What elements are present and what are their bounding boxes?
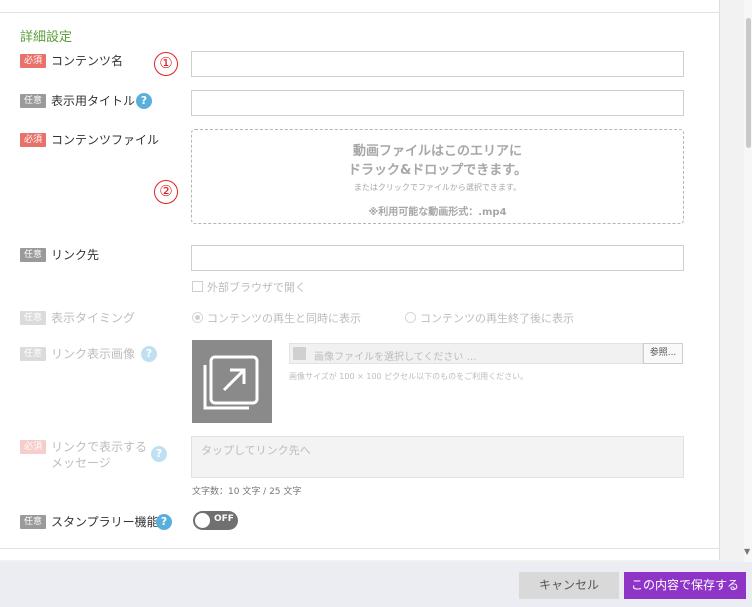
dropzone-formats: ※利用可能な動画形式：.mp4 (368, 207, 507, 218)
timing-option-label: コンテンツの再生と同時に表示 (207, 312, 361, 325)
user-file-icon (293, 347, 306, 360)
link-image-preview (192, 340, 272, 423)
timing-radio-after-end[interactable] (405, 312, 416, 323)
required-badge: 必須 (20, 440, 46, 454)
image-file-input[interactable]: 画像ファイルを選択してください … (289, 343, 643, 364)
optional-badge: 任意 (20, 515, 46, 529)
link-message-label-2: メッセージ (51, 456, 111, 470)
save-button[interactable]: この内容で保存する (624, 572, 746, 599)
optional-badge: 任意 (20, 94, 46, 108)
help-icon[interactable]: ? (141, 346, 157, 362)
dropzone-text: ドラック&ドロップできます。 (347, 163, 528, 178)
link-message-label: リンクで表示する (51, 440, 148, 454)
content-file-label: コンテンツファイル (51, 133, 160, 147)
dropzone-subtext: またはクリックでファイルから選択できます。 (353, 183, 522, 192)
timing-option-label: コンテンツの再生終了後に表示 (420, 312, 574, 325)
scroll-down-icon[interactable]: ▼ (744, 547, 750, 556)
toggle-state: OFF (214, 514, 234, 524)
browse-button[interactable]: 参照... (643, 343, 683, 364)
toggle-knob (195, 513, 210, 528)
dropzone-text: 動画ファイルはこのエリアに (352, 144, 522, 159)
external-link-icon (203, 355, 259, 410)
content-name-label: コンテンツ名 (51, 54, 124, 68)
optional-badge: 任意 (20, 311, 46, 325)
display-title-label: 表示用タイトル (51, 94, 136, 108)
optional-badge: 任意 (20, 248, 46, 262)
help-icon[interactable]: ? (136, 93, 152, 109)
stamp-rally-toggle[interactable]: OFF (193, 511, 238, 530)
external-browser-label: 外部ブラウザで開く (207, 281, 306, 294)
char-count: 文字数：10 文字 / 25 文字 (192, 487, 302, 497)
link-label: リンク先 (51, 248, 100, 262)
cancel-button[interactable]: キャンセル (519, 572, 619, 599)
required-badge: 必須 (20, 133, 46, 147)
optional-badge: 任意 (20, 347, 46, 361)
link-input[interactable] (191, 245, 684, 271)
settings-panel: 詳細設定 必須 コンテンツ名 ① 任意 表示用タイトル ? 必須 コンテンツファ… (0, 0, 720, 560)
content-name-input[interactable] (191, 51, 684, 77)
timing-radio-simultaneous[interactable] (192, 312, 203, 323)
required-badge: 必須 (20, 54, 46, 68)
display-timing-label: 表示タイミング (51, 311, 136, 325)
annotation-1: ① (154, 52, 178, 76)
link-image-label: リンク表示画像 (51, 347, 136, 361)
stamp-rally-label: スタンプラリー機能 (51, 515, 159, 529)
help-icon[interactable]: ? (151, 446, 167, 462)
textarea-placeholder: タップしてリンク先へ (201, 444, 311, 457)
section-title: 詳細設定 (20, 30, 73, 45)
link-message-textarea[interactable]: タップしてリンク先へ (191, 436, 684, 478)
external-browser-checkbox[interactable] (192, 281, 203, 292)
help-icon[interactable]: ? (156, 514, 172, 530)
video-dropzone[interactable]: 動画ファイルはこのエリアに ドラック&ドロップできます。 またはクリックでファイ… (191, 129, 684, 224)
divider (0, 12, 720, 13)
scrollbar-thumb[interactable] (746, 18, 751, 148)
display-title-input[interactable] (191, 90, 684, 116)
image-size-hint: 画像サイズが 100 × 100 ピクセル以下のものをご利用ください。 (289, 372, 529, 381)
annotation-2: ② (154, 180, 178, 204)
divider (0, 548, 720, 549)
file-placeholder: 画像ファイルを選択してください … (314, 352, 477, 363)
